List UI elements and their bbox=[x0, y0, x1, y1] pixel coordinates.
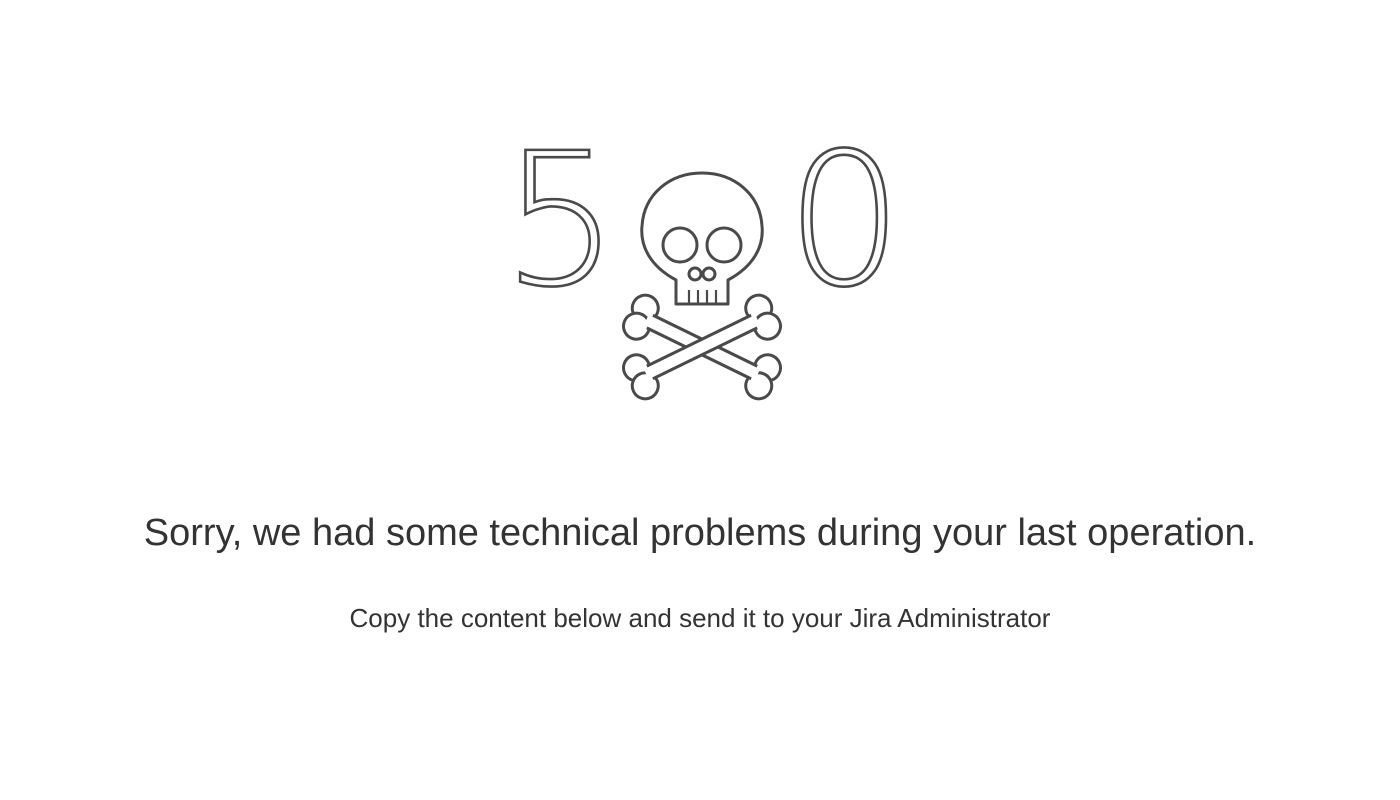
crossbones-icon bbox=[621, 293, 783, 401]
error-page: 5 0 Sorry, we had some technical problem… bbox=[0, 0, 1400, 800]
error-500-graphic: 5 0 bbox=[490, 140, 910, 420]
skull-and-crossbones-icon bbox=[621, 171, 783, 401]
error-code-digit-5: 5 bbox=[502, 140, 619, 328]
error-instruction: Copy the content below and send it to yo… bbox=[349, 603, 1051, 633]
error-code-digit-0: 0 bbox=[786, 140, 903, 328]
error-title: Sorry, we had some technical problems du… bbox=[143, 512, 1257, 554]
skull-icon bbox=[640, 171, 764, 306]
